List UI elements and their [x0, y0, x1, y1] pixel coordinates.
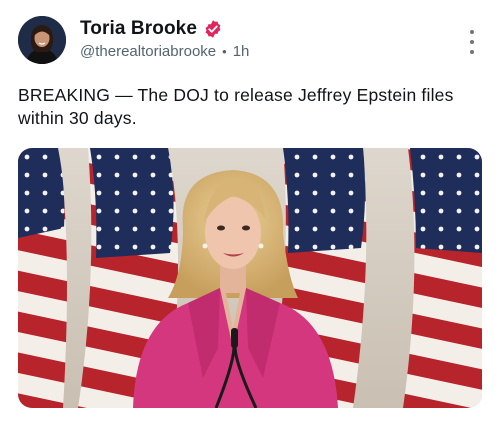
- avatar[interactable]: [18, 16, 66, 64]
- post-card: Toria Brooke @therealtoriabrooke • 1h BR…: [0, 0, 500, 422]
- meta-separator: •: [222, 44, 227, 59]
- display-name[interactable]: Toria Brooke: [80, 18, 197, 40]
- timestamp[interactable]: 1h: [233, 43, 250, 60]
- post-text: BREAKING — The DOJ to release Jeffrey Ep…: [18, 85, 454, 128]
- more-dot: [470, 50, 474, 54]
- more-dot: [470, 30, 474, 34]
- handle[interactable]: @therealtoriabrooke: [80, 43, 216, 60]
- author-block: Toria Brooke @therealtoriabrooke • 1h: [80, 18, 249, 60]
- verified-badge-icon: [203, 19, 223, 39]
- more-dot: [470, 40, 474, 44]
- post-image[interactable]: [18, 148, 482, 408]
- author-name-row: Toria Brooke: [80, 18, 249, 40]
- more-vertical-icon[interactable]: [466, 30, 478, 54]
- author-meta: @therealtoriabrooke • 1h: [80, 43, 249, 60]
